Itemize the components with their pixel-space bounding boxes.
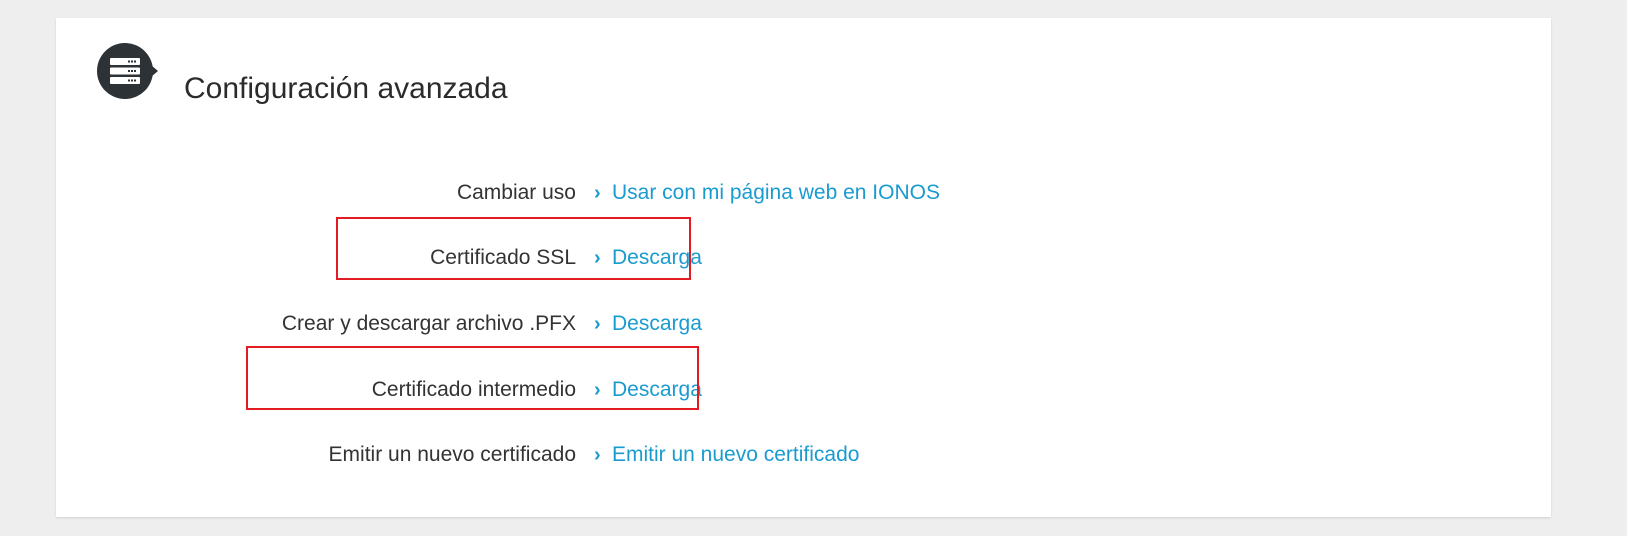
issue-new-certificate-link[interactable]: › Emitir un nuevo certificado: [594, 444, 859, 465]
link-text: Usar con mi página web en IONOS: [612, 181, 940, 204]
chevron-right-icon: ›: [594, 444, 601, 466]
highlight-box-intermediate: [246, 346, 699, 410]
chevron-right-icon: ›: [594, 313, 601, 335]
server-rack-icon: [97, 43, 158, 99]
advanced-settings-card: Configuración avanzada Cambiar uso › Usar…: [56, 18, 1551, 517]
row-label: Crear y descargar archivo .PFX: [281, 312, 576, 335]
settings-row-pfx-file: Crear y descargar archivo .PFX › Descarga: [56, 303, 1056, 343]
download-pfx-link[interactable]: › Descarga: [594, 313, 702, 334]
settings-row-change-usage: Cambiar uso › Usar con mi página web en I…: [56, 172, 1056, 212]
link-text: Descarga: [612, 312, 702, 335]
highlight-box-ssl: [336, 217, 691, 280]
row-label: Cambiar uso: [456, 181, 576, 204]
use-with-website-link[interactable]: › Usar con mi página web en IONOS: [594, 182, 940, 203]
chevron-right-icon: ›: [594, 182, 601, 204]
section-title: Configuración avanzada: [184, 72, 508, 105]
link-text: Emitir un nuevo certificado: [612, 443, 860, 466]
settings-row-issue-certificate: Emitir un nuevo certificado › Emitir un n…: [56, 434, 1056, 474]
row-label: Emitir un nuevo certificado: [328, 443, 576, 466]
